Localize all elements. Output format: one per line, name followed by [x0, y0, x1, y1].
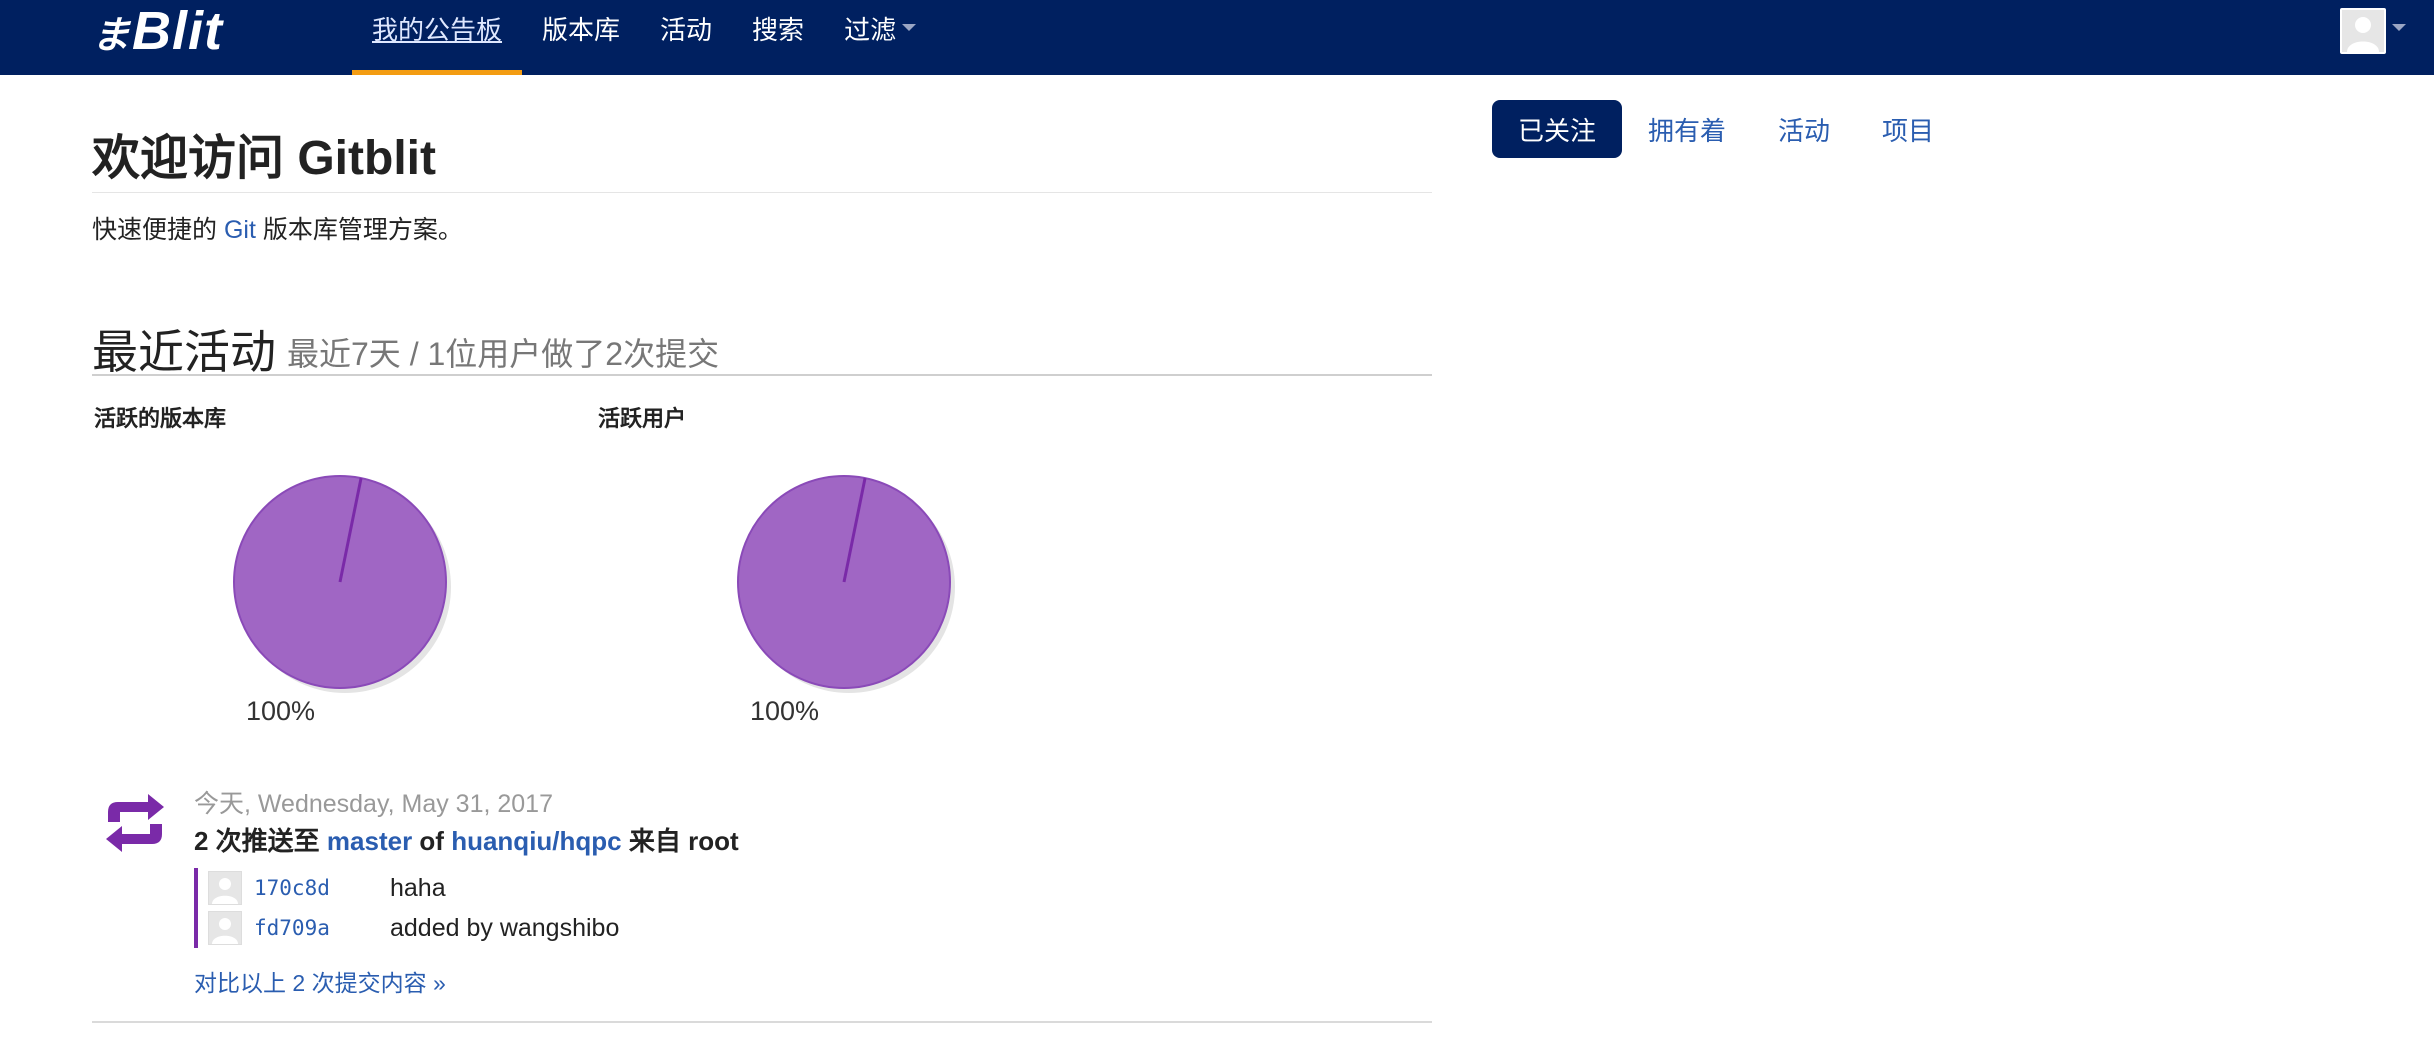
recent-activity-subtitle: 最近7天 / 1位用户做了2次提交	[287, 336, 720, 372]
gitblit-logo[interactable]: ま Blit	[92, 0, 223, 62]
commit-message: haha	[390, 873, 446, 902]
active-repos-chart-title: 活跃的版本库	[94, 406, 227, 431]
compare-commits-link[interactable]: 对比以上 2 次提交内容 »	[194, 964, 446, 998]
pie-slice-label: 100%	[750, 696, 820, 726]
tab-starred[interactable]: 已关注	[1492, 100, 1623, 158]
push-count: 2 次推送至	[194, 826, 327, 856]
active-repos-pie-chart	[233, 475, 451, 693]
chevron-down-icon	[902, 24, 917, 31]
nav-filters-label: 过滤	[844, 15, 897, 45]
active-users-pie-chart	[737, 475, 955, 693]
nav-activity[interactable]: 活动	[640, 0, 732, 75]
push-from: 来自	[621, 826, 689, 856]
chevron-down-icon[interactable]	[2392, 24, 2406, 31]
nav-dashboard[interactable]: 我的公告板	[352, 0, 523, 75]
active-users-chart-title: 活跃用户	[598, 406, 687, 431]
branch-link[interactable]: master	[327, 826, 412, 856]
avatar	[208, 871, 242, 905]
repo-link[interactable]: huanqiu/hqpc	[451, 826, 621, 856]
push-user: root	[688, 826, 739, 856]
commit-message: added by wangshibo	[390, 913, 620, 942]
brand-text: Blit	[132, 1, 224, 61]
commit-sha-link[interactable]: 170c8d	[254, 876, 390, 900]
main-nav: 我的公告板 版本库 活动 搜索 过滤	[352, 0, 936, 75]
brand-mark: ま	[92, 11, 131, 57]
page-title: 欢迎访问 Gitblit	[92, 132, 436, 185]
tab-activity[interactable]: 活动	[1752, 100, 1856, 158]
divider	[92, 1021, 1432, 1023]
nav-filters-dropdown[interactable]: 过滤	[824, 0, 936, 75]
commit-row: 170c8d haha	[208, 868, 619, 908]
tab-projects[interactable]: 项目	[1856, 100, 1960, 158]
git-link[interactable]: Git	[224, 216, 256, 244]
pie-slice-label: 100%	[246, 696, 316, 726]
tagline-post: 版本库管理方案。	[255, 216, 463, 244]
push-of: of	[412, 826, 452, 856]
top-navbar: ま Blit 我的公告板 版本库 活动 搜索 过滤	[0, 0, 2434, 75]
side-tabs: 已关注 拥有着 活动 项目	[1492, 100, 1960, 158]
commit-sha-link[interactable]: fd709a	[254, 916, 390, 940]
avatar	[208, 911, 242, 945]
user-silhouette-icon	[2342, 10, 2384, 52]
nav-repositories[interactable]: 版本库	[522, 0, 640, 75]
tab-owned[interactable]: 拥有着	[1622, 100, 1752, 158]
push-summary: 2 次推送至 master of huanqiu/hqpc 来自 root	[194, 821, 739, 858]
nav-search[interactable]: 搜索	[732, 0, 824, 75]
tagline-pre: 快速便捷的	[92, 216, 224, 244]
user-avatar-button[interactable]	[2340, 8, 2386, 54]
event-date: 今天, Wednesday, May 31, 2017	[194, 790, 553, 818]
user-silhouette-icon	[212, 918, 238, 944]
recent-activity-title: 最近活动	[92, 326, 276, 378]
divider	[92, 192, 1432, 193]
divider	[92, 374, 1432, 376]
push-icon	[106, 794, 164, 852]
commit-list: 170c8d haha fd709a added by wangshibo	[194, 868, 619, 948]
commit-row: fd709a added by wangshibo	[208, 908, 619, 948]
user-silhouette-icon	[212, 878, 238, 904]
tagline: 快速便捷的 Git 版本库管理方案。	[92, 210, 463, 246]
